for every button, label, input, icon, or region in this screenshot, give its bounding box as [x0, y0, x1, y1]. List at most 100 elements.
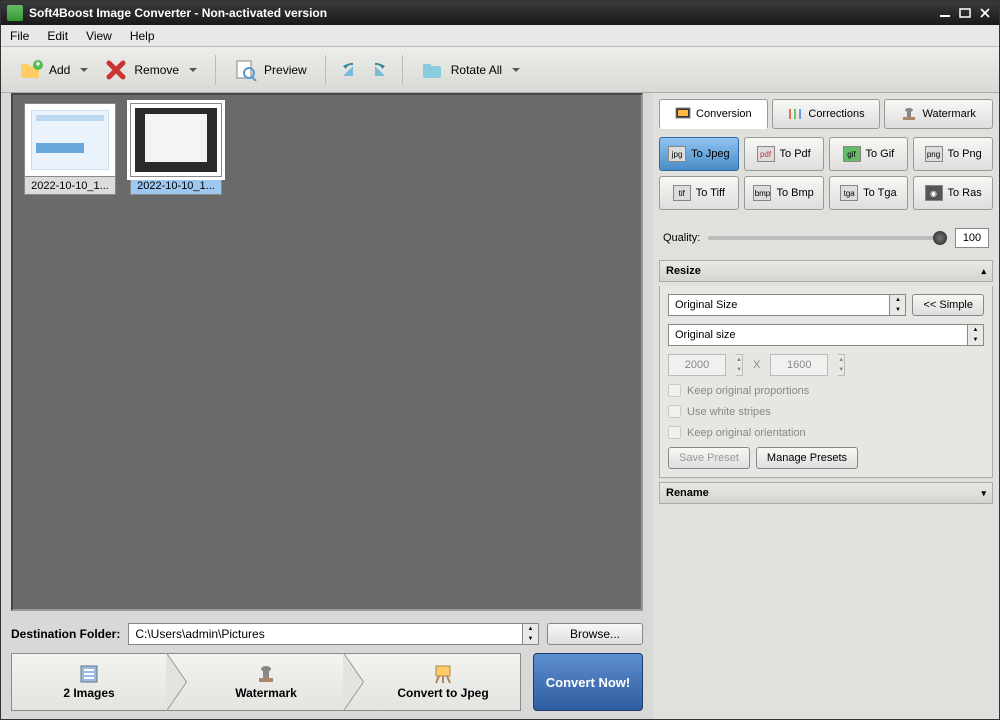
- combo-spin[interactable]: ▲▼: [968, 324, 984, 346]
- app-icon: [7, 5, 23, 21]
- tabs-row: Conversion Corrections Watermark: [659, 99, 993, 129]
- tab-watermark[interactable]: Watermark: [884, 99, 993, 129]
- rotate-left-button[interactable]: [336, 54, 364, 86]
- combo-spin[interactable]: ▲▼: [890, 294, 906, 316]
- menu-view[interactable]: View: [77, 27, 121, 45]
- rename-panel-header[interactable]: Rename ▾: [659, 482, 993, 504]
- step-images[interactable]: 2 Images: [11, 653, 167, 711]
- height-input[interactable]: [770, 354, 828, 376]
- maximize-button[interactable]: [957, 6, 973, 20]
- rotate-all-button[interactable]: Rotate All: [413, 54, 528, 86]
- add-button[interactable]: Add: [11, 54, 96, 86]
- destination-label: Destination Folder:: [11, 627, 120, 641]
- height-spin[interactable]: ▲▼: [838, 354, 845, 376]
- right-panel: Conversion Corrections Watermark jpgTo J…: [653, 93, 999, 719]
- separator: [402, 55, 403, 85]
- jpeg-icon: jpg: [668, 146, 686, 162]
- ras-icon: ◉: [925, 185, 943, 201]
- tga-icon: tga: [840, 185, 858, 201]
- format-tiff-button[interactable]: tifTo Tiff: [659, 176, 739, 210]
- simple-button[interactable]: << Simple: [912, 294, 984, 316]
- save-preset-button[interactable]: Save Preset: [668, 447, 750, 469]
- images-icon: [78, 664, 100, 684]
- preview-button[interactable]: Preview: [226, 54, 315, 86]
- quality-value[interactable]: [955, 228, 989, 248]
- manage-presets-button[interactable]: Manage Presets: [756, 447, 858, 469]
- menu-file[interactable]: File: [1, 27, 38, 45]
- step-watermark[interactable]: Watermark: [167, 653, 344, 711]
- remove-button[interactable]: Remove: [96, 54, 205, 86]
- expand-icon: ▾: [981, 488, 986, 499]
- png-icon: png: [925, 146, 943, 162]
- toolbar: Add Remove Preview Rotate All: [1, 47, 999, 93]
- minimize-button[interactable]: [937, 6, 953, 20]
- step-watermark-label: Watermark: [235, 686, 297, 700]
- thumbnail-label: 2022-10-10_1...: [24, 177, 116, 195]
- format-ras-button[interactable]: ◉To Ras: [913, 176, 993, 210]
- format-pdf-button[interactable]: pdfTo Pdf: [744, 137, 824, 171]
- resize-panel-header[interactable]: Resize ▴: [659, 260, 993, 282]
- main-area: 2022-10-10_1... 2022-10-10_1... Destinat…: [1, 93, 999, 719]
- thumbnail-area[interactable]: 2022-10-10_1... 2022-10-10_1...: [11, 93, 643, 611]
- step-images-label: 2 Images: [63, 686, 114, 700]
- resize-mode-input[interactable]: [668, 324, 968, 346]
- preview-icon: [234, 58, 258, 82]
- thumbnail-item[interactable]: 2022-10-10_1...: [127, 103, 225, 195]
- rotate-all-icon: [421, 58, 445, 82]
- titlebar: Soft4Boost Image Converter - Non-activat…: [1, 1, 999, 25]
- format-png-button[interactable]: pngTo Png: [913, 137, 993, 171]
- format-tga-button[interactable]: tgaTo Tga: [829, 176, 909, 210]
- remove-icon: [104, 58, 128, 82]
- step-convert-label: Convert to Jpeg: [397, 686, 488, 700]
- destination-history-button[interactable]: ▲▼: [523, 623, 539, 645]
- format-jpeg-button[interactable]: jpgTo Jpeg: [659, 137, 739, 171]
- convert-now-button[interactable]: Convert Now!: [533, 653, 643, 711]
- resize-preset-combo[interactable]: ▲▼: [668, 294, 906, 316]
- tab-conversion-label: Conversion: [696, 108, 752, 120]
- stamp-icon: [255, 664, 277, 684]
- rotate-all-label: Rotate All: [451, 63, 502, 77]
- tab-conversion[interactable]: Conversion: [659, 99, 768, 129]
- app-window: Soft4Boost Image Converter - Non-activat…: [0, 0, 1000, 720]
- rotate-left-icon: [338, 58, 362, 82]
- format-gif-button[interactable]: gifTo Gif: [829, 137, 909, 171]
- keep-proportions-check[interactable]: Keep original proportions: [668, 384, 984, 397]
- resize-mode-combo[interactable]: ▲▼: [668, 324, 984, 346]
- chevron-down-icon: [189, 68, 197, 72]
- quality-row: Quality:: [663, 228, 989, 248]
- menu-help[interactable]: Help: [121, 27, 164, 45]
- easel-icon: [432, 664, 454, 684]
- width-input[interactable]: [668, 354, 726, 376]
- add-label: Add: [49, 63, 70, 77]
- separator: [215, 55, 216, 85]
- format-grid: jpgTo Jpeg pdfTo Pdf gifTo Gif pngTo Png…: [659, 137, 993, 210]
- monitor-icon: [675, 107, 691, 121]
- width-spin[interactable]: ▲▼: [736, 354, 743, 376]
- slider-knob[interactable]: [933, 231, 947, 245]
- destination-row: Destination Folder: ▲▼ Browse...: [11, 623, 643, 645]
- tab-corrections-label: Corrections: [808, 108, 864, 120]
- step-convert-target[interactable]: Convert to Jpeg: [344, 653, 521, 711]
- destination-input[interactable]: [128, 623, 523, 645]
- tab-watermark-label: Watermark: [922, 108, 975, 120]
- collapse-icon: ▴: [981, 266, 986, 277]
- quality-slider[interactable]: [708, 236, 947, 240]
- menu-edit[interactable]: Edit: [38, 27, 77, 45]
- separator: [325, 55, 326, 85]
- format-bmp-button[interactable]: bmpTo Bmp: [744, 176, 824, 210]
- keep-orientation-check[interactable]: Keep original orientation: [668, 426, 984, 439]
- tab-corrections[interactable]: Corrections: [772, 99, 881, 129]
- browse-button[interactable]: Browse...: [547, 623, 643, 645]
- destination-input-wrap: ▲▼: [128, 623, 539, 645]
- white-stripes-check[interactable]: Use white stripes: [668, 405, 984, 418]
- add-icon: [19, 58, 43, 82]
- window-title: Soft4Boost Image Converter - Non-activat…: [29, 6, 933, 20]
- chevron-down-icon: [80, 68, 88, 72]
- tiff-icon: tif: [673, 185, 691, 201]
- resize-preset-input[interactable]: [668, 294, 890, 316]
- preview-label: Preview: [264, 63, 307, 77]
- rotate-right-button[interactable]: [364, 54, 392, 86]
- close-button[interactable]: [977, 6, 993, 20]
- dimension-x: X: [753, 359, 760, 371]
- thumbnail-item[interactable]: 2022-10-10_1...: [21, 103, 119, 195]
